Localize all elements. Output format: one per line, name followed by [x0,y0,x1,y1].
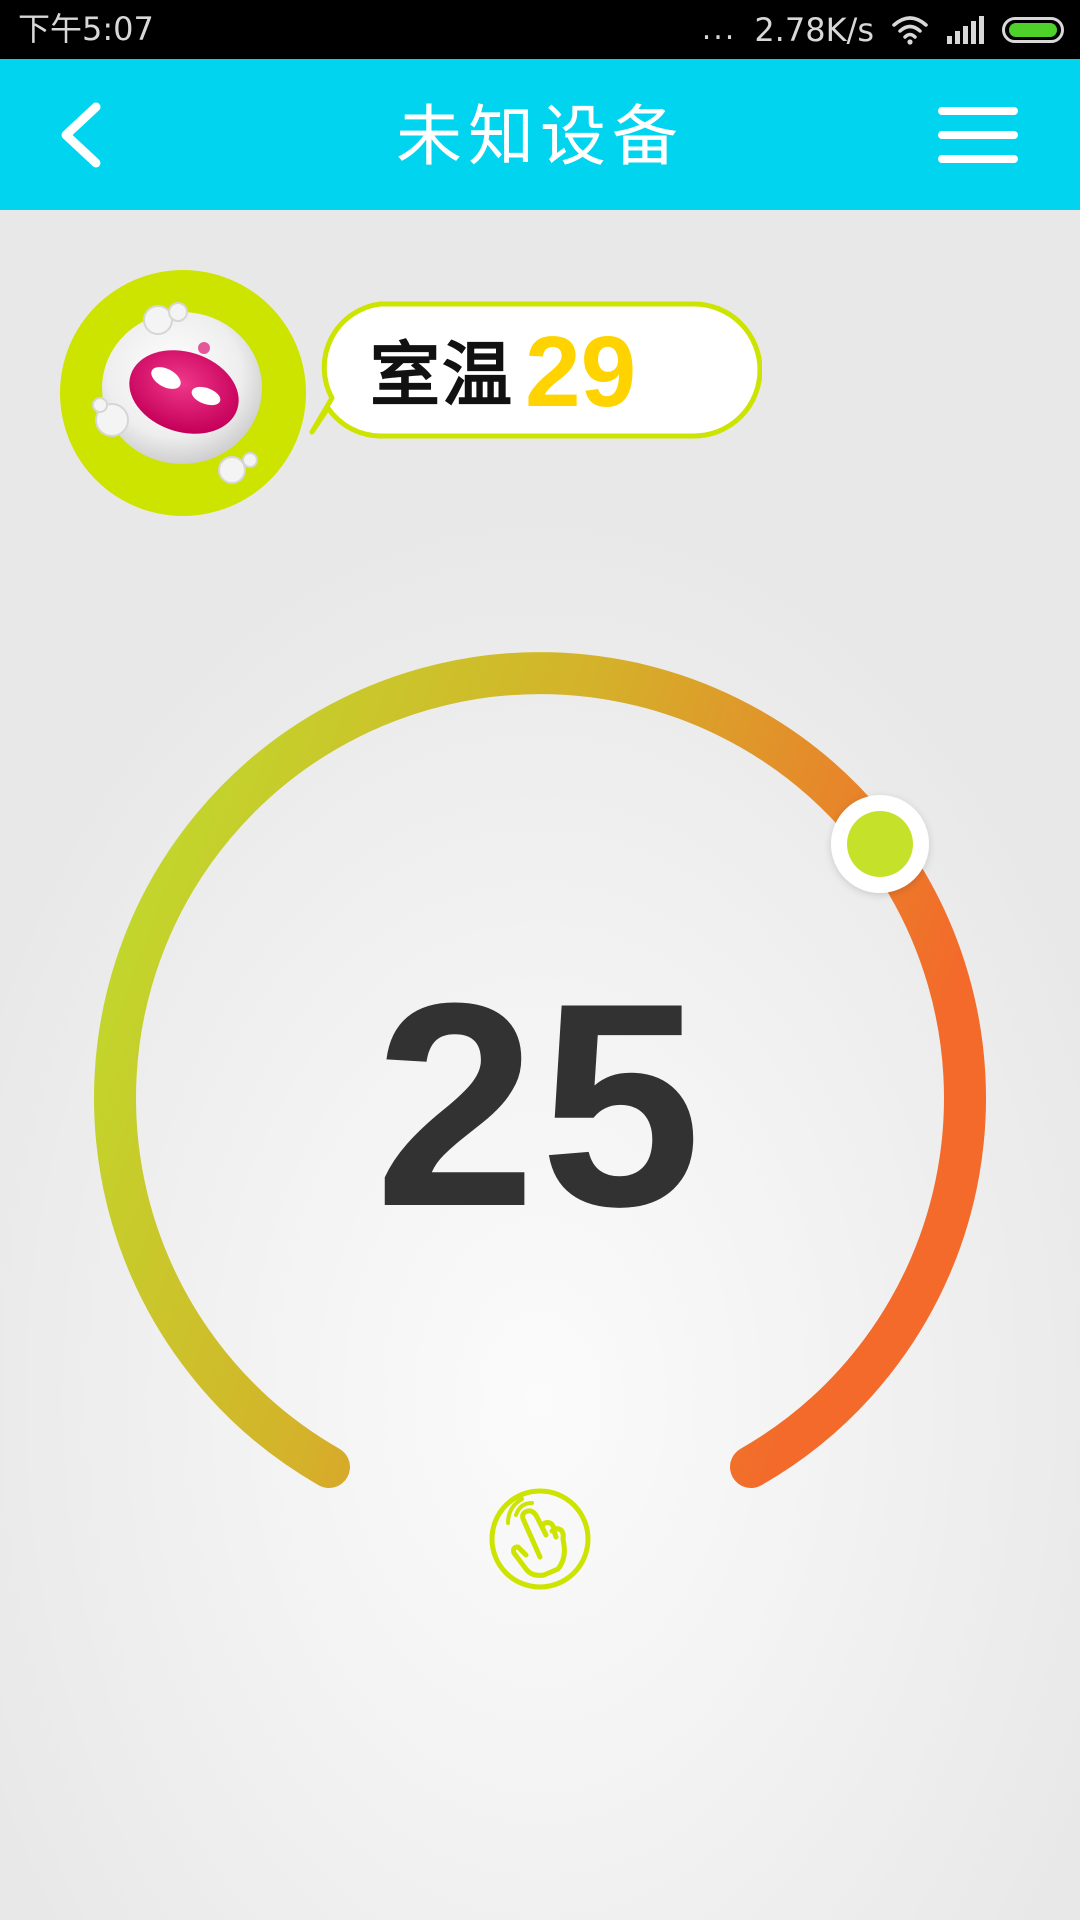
network-speed: 2.78K/s [754,11,874,49]
status-time: 下午5:07 [18,10,154,48]
app-header: 未知设备 [0,59,1080,210]
status-indicators: ... 2.78K/s [702,10,1064,50]
room-temp-value: 29 [525,316,637,428]
signal-icon [947,16,984,44]
page-title: 未知设备 [396,98,684,175]
room-temp-label: 室温 [370,334,514,416]
battery-fill [1009,23,1057,37]
status-bar: 下午5:07 ... 2.78K/s [0,0,1080,59]
mascot-avatar-icon [60,270,306,516]
set-temperature: 25 [374,943,706,1267]
tap-hand-icon[interactable] [486,1485,594,1593]
wifi-icon [892,16,928,45]
hamburger-menu-icon[interactable] [930,99,1020,171]
status-dots: ... [701,12,737,47]
battery-icon [1002,17,1064,43]
dial-knob[interactable] [831,795,929,893]
